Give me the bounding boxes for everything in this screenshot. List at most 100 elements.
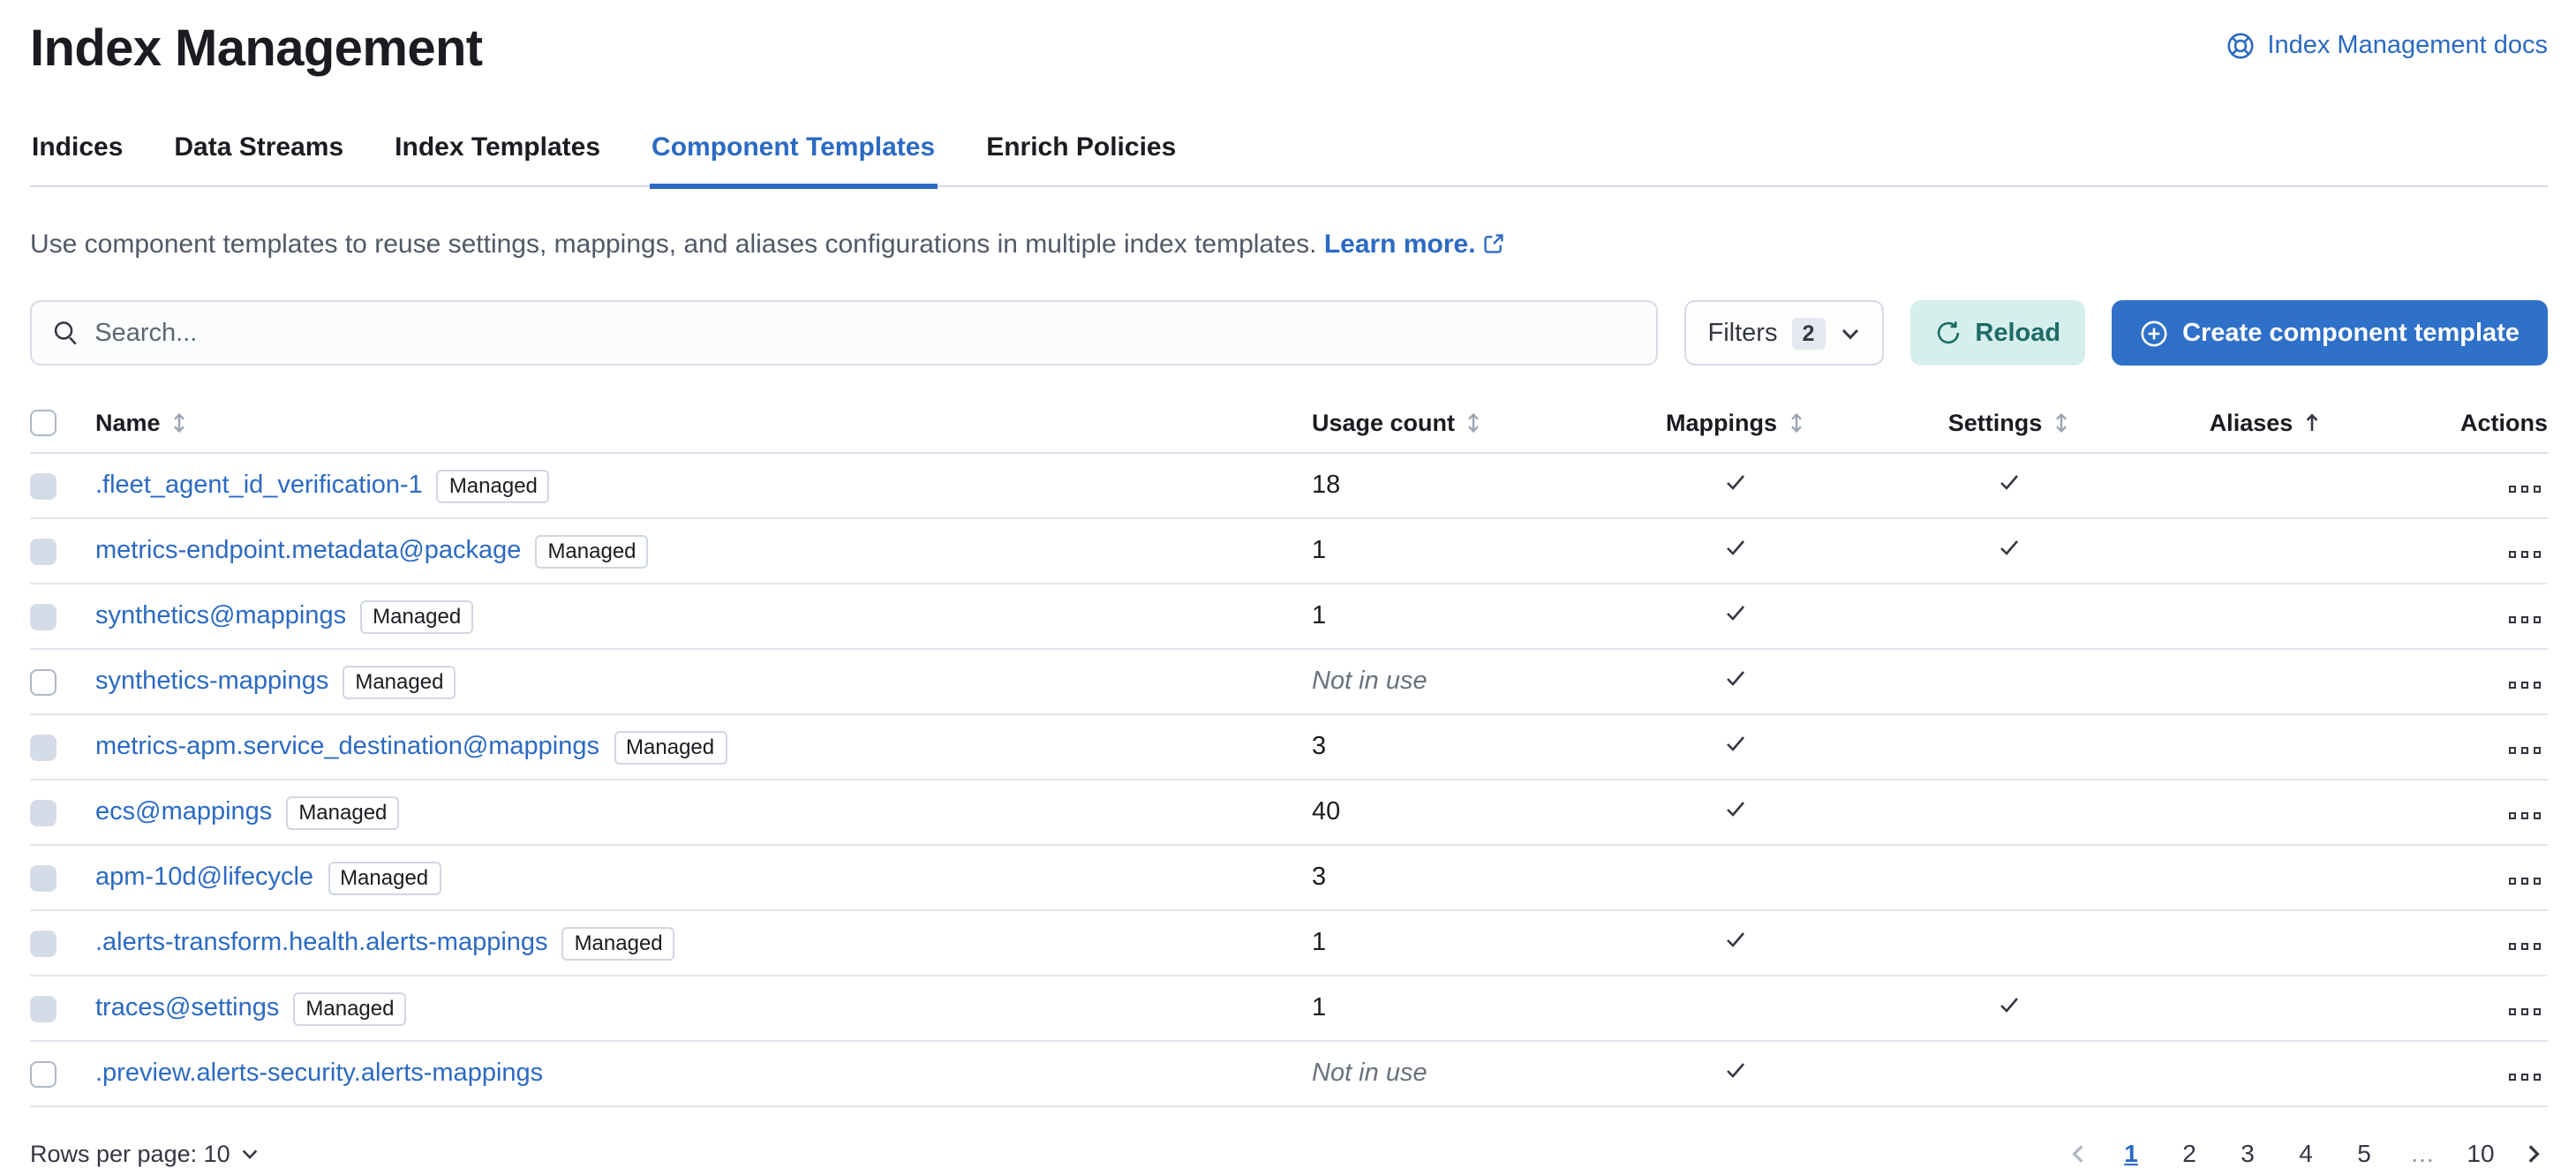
reload-button[interactable]: Reload xyxy=(1909,301,2085,366)
page-5-button[interactable]: 5 xyxy=(2343,1132,2385,1174)
template-name-link[interactable]: apm-10d@lifecycle xyxy=(95,863,313,892)
page-4-button[interactable]: 4 xyxy=(2285,1132,2327,1174)
tab-enrich-policies[interactable]: Enrich Policies xyxy=(984,133,1178,190)
aliases-cell xyxy=(2142,910,2389,976)
template-name-link[interactable]: ecs@mappings xyxy=(95,798,272,826)
managed-badge: Managed xyxy=(286,795,399,829)
tab-component-templates[interactable]: Component Templates xyxy=(650,133,937,190)
search-input[interactable] xyxy=(94,320,1635,348)
template-name-link[interactable]: synthetics-mappings xyxy=(95,667,328,696)
table-footer: Rows per page: 10 12345 … 10 xyxy=(30,1132,2548,1174)
usage-count-cell: Not in use xyxy=(1312,649,1594,714)
tab-bar: Indices Data Streams Index Templates Com… xyxy=(30,133,2548,188)
managed-badge: Managed xyxy=(343,665,456,698)
column-header-aliases[interactable]: Aliases xyxy=(2210,409,2322,435)
column-header-mappings[interactable]: Mappings xyxy=(1666,409,1805,435)
mappings-cell xyxy=(1594,584,1877,649)
rows-per-page-button[interactable]: Rows per page: 10 xyxy=(30,1140,260,1166)
row-checkbox[interactable] xyxy=(30,539,56,565)
row-actions-button[interactable] xyxy=(2501,739,2548,761)
help-lifering-icon xyxy=(2226,32,2255,60)
row-checkbox[interactable] xyxy=(30,865,56,892)
row-checkbox[interactable] xyxy=(30,473,56,500)
row-checkbox[interactable] xyxy=(30,996,56,1022)
refresh-icon xyxy=(1934,320,1961,347)
row-actions-button[interactable] xyxy=(2501,870,2548,892)
mappings-cell xyxy=(1594,518,1877,584)
boxes-horizontal-icon xyxy=(2508,877,2516,885)
description-text: Use component templates to reuse setting… xyxy=(30,230,1316,260)
template-name-link[interactable]: .alerts-transform.health.alerts-mappings xyxy=(95,929,548,957)
usage-count-cell: 40 xyxy=(1312,780,1594,845)
row-actions-button[interactable] xyxy=(2501,1066,2548,1088)
usage-count-cell: 1 xyxy=(1312,518,1594,584)
settings-cell xyxy=(1877,780,2142,845)
next-page-button[interactable] xyxy=(2518,1138,2548,1168)
row-checkbox[interactable] xyxy=(30,931,56,957)
mappings-cell xyxy=(1594,714,1877,780)
check-icon xyxy=(1723,602,1748,623)
row-actions-button[interactable] xyxy=(2501,935,2548,957)
learn-more-link[interactable]: Learn more. xyxy=(1324,230,1504,260)
boxes-horizontal-icon xyxy=(2508,746,2516,754)
settings-cell xyxy=(1877,584,2142,649)
check-icon xyxy=(1723,929,1748,950)
table-controls: Filters 2 Reload Create component templa… xyxy=(30,301,2548,366)
mappings-cell xyxy=(1594,910,1877,976)
search-box[interactable] xyxy=(30,301,1659,366)
mappings-cell xyxy=(1594,649,1877,714)
select-all-checkbox[interactable] xyxy=(30,410,56,436)
template-name-link[interactable]: .fleet_agent_id_verification-1 xyxy=(95,471,423,500)
check-icon xyxy=(1723,1059,1748,1081)
page-description: Use component templates to reuse setting… xyxy=(30,230,2548,262)
row-checkbox[interactable] xyxy=(30,735,56,761)
row-actions-button[interactable] xyxy=(2501,674,2548,696)
table-row: .fleet_agent_id_verification-1 Managed 1… xyxy=(30,453,2548,518)
row-checkbox[interactable] xyxy=(30,669,56,696)
page-10-button[interactable]: 10 xyxy=(2459,1132,2502,1174)
row-actions-button[interactable] xyxy=(2501,608,2548,630)
row-actions-button[interactable] xyxy=(2501,478,2548,500)
row-actions-button[interactable] xyxy=(2501,804,2548,826)
column-header-settings[interactable]: Settings xyxy=(1948,409,2071,435)
column-header-usage-count[interactable]: Usage count xyxy=(1312,409,1483,435)
chevron-left-icon xyxy=(2068,1142,2090,1165)
managed-badge: Managed xyxy=(328,861,441,894)
aliases-cell xyxy=(2142,976,2389,1041)
chevron-down-icon xyxy=(1839,323,1860,344)
page-2-button[interactable]: 2 xyxy=(2168,1132,2211,1174)
row-actions-button[interactable] xyxy=(2501,1000,2548,1022)
template-name-link[interactable]: .preview.alerts-security.alerts-mappings xyxy=(95,1059,543,1088)
aliases-cell xyxy=(2142,714,2389,780)
tab-index-templates[interactable]: Index Templates xyxy=(393,133,602,190)
check-icon xyxy=(1723,798,1748,819)
row-checkbox[interactable] xyxy=(30,604,56,630)
usage-count-cell: 1 xyxy=(1312,976,1594,1041)
template-name-link[interactable]: metrics-apm.service_destination@mappings xyxy=(95,733,599,761)
pagination-ellipsis: … xyxy=(2401,1132,2444,1174)
create-component-template-button[interactable]: Create component template xyxy=(2112,301,2548,366)
docs-link[interactable]: Index Management docs xyxy=(2226,32,2548,60)
rows-per-page-label: Rows per page: 10 xyxy=(30,1140,230,1166)
page-1-button[interactable]: 1 xyxy=(2110,1132,2152,1174)
check-icon xyxy=(1997,537,2022,558)
settings-cell xyxy=(1877,976,2142,1041)
previous-page-button[interactable] xyxy=(2064,1138,2094,1168)
row-actions-button[interactable] xyxy=(2501,543,2548,565)
row-checkbox[interactable] xyxy=(30,1061,56,1088)
tab-data-streams[interactable]: Data Streams xyxy=(172,133,345,190)
page-3-button[interactable]: 3 xyxy=(2226,1132,2269,1174)
tab-indices[interactable]: Indices xyxy=(30,133,124,190)
column-header-name[interactable]: Name xyxy=(95,409,189,435)
managed-badge: Managed xyxy=(437,469,550,502)
table-header-row: Name Usage count Mappings Settings Alias… xyxy=(30,402,2548,454)
boxes-horizontal-icon xyxy=(2508,1073,2516,1081)
kibana-index-management-page: Index Management Index Management docs I… xyxy=(0,0,2576,1176)
row-checkbox[interactable] xyxy=(30,800,56,826)
filters-button[interactable]: Filters 2 xyxy=(1685,301,1884,366)
filters-count-badge: 2 xyxy=(1791,318,1825,350)
template-name-link[interactable]: synthetics@mappings xyxy=(95,602,346,630)
template-name-link[interactable]: traces@settings xyxy=(95,994,279,1022)
template-name-link[interactable]: metrics-endpoint.metadata@package xyxy=(95,537,521,565)
table-row: .preview.alerts-security.alerts-mappings… xyxy=(30,1041,2548,1106)
